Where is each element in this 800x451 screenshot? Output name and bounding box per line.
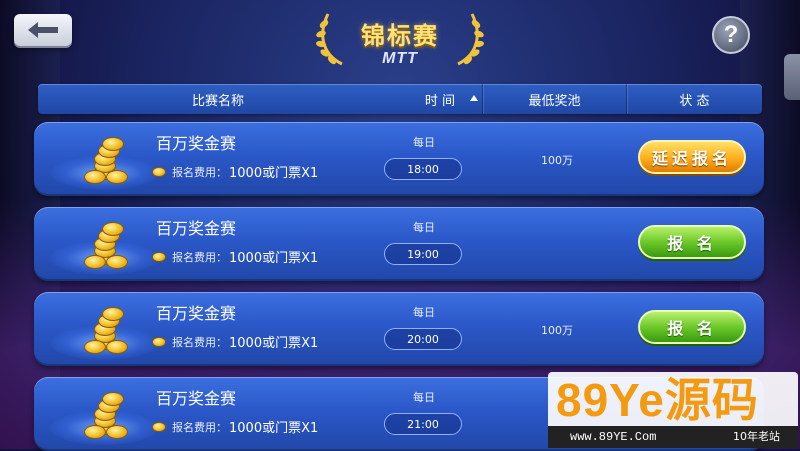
watermark-logo: 89Ye源码 <box>556 374 759 426</box>
column-header-pool[interactable]: 最低奖池 <box>482 84 626 114</box>
late-register-button[interactable]: 延迟报名 <box>638 140 746 174</box>
watermark: 89Ye源码 www.89YE.Com 10年老站 <box>548 372 798 448</box>
title-banner: 锦标赛 MTT <box>300 4 500 76</box>
column-header-name[interactable]: 比赛名称 <box>38 84 398 114</box>
fee-coin-icon <box>152 251 166 262</box>
entry-fee: 报名费用： 1000或门票X1 <box>152 332 318 351</box>
page-subtitle: MTT <box>382 50 418 67</box>
tournament-name: 百万奖金赛 <box>156 304 237 323</box>
help-button[interactable]: ? <box>712 16 750 54</box>
gold-coins-icon <box>44 126 164 192</box>
register-button[interactable]: 报 名 <box>638 225 746 259</box>
tournament-name: 百万奖金赛 <box>156 219 237 238</box>
schedule-day: 每日 <box>413 136 435 149</box>
start-time: 20:00 <box>384 328 462 350</box>
column-header-status[interactable]: 状 态 <box>626 84 762 114</box>
tournament-row[interactable]: 百万奖金赛 报名费用： 1000或门票X1 每日 18:00 100万 延迟报名 <box>34 122 764 196</box>
column-header-time-label: 时 间 <box>424 93 456 109</box>
schedule-day: 每日 <box>413 391 435 404</box>
entry-fee-label: 报名费用： <box>172 250 227 264</box>
register-button[interactable]: 报 名 <box>638 310 746 344</box>
entry-fee: 报名费用： 1000或门票X1 <box>152 417 318 436</box>
min-prize-pool: 100万 <box>541 154 573 167</box>
column-header-time[interactable]: 时 间 <box>398 84 482 114</box>
sort-ascending-icon <box>470 95 478 101</box>
start-time: 21:00 <box>384 413 462 435</box>
back-button[interactable] <box>14 14 72 46</box>
gold-coins-icon <box>44 211 164 277</box>
entry-fee-value: 1000或门票X1 <box>229 421 319 436</box>
entry-fee-value: 1000或门票X1 <box>229 251 319 266</box>
tournament-row[interactable]: 百万奖金赛 报名费用： 1000或门票X1 每日 19:00 报 名 <box>34 207 764 281</box>
fee-coin-icon <box>152 421 166 432</box>
start-time: 19:00 <box>384 243 462 265</box>
fee-coin-icon <box>152 336 166 347</box>
entry-fee: 报名费用： 1000或门票X1 <box>152 247 318 266</box>
tournament-name: 百万奖金赛 <box>156 134 237 153</box>
min-prize-pool: 100万 <box>541 324 573 337</box>
entry-fee-label: 报名费用： <box>172 165 227 179</box>
fee-coin-icon <box>152 166 166 177</box>
schedule-day: 每日 <box>413 306 435 319</box>
tournament-row[interactable]: 百万奖金赛 报名费用： 1000或门票X1 每日 20:00 100万 报 名 <box>34 292 764 366</box>
entry-fee-label: 报名费用： <box>172 420 227 434</box>
tournament-name: 百万奖金赛 <box>156 389 237 408</box>
side-drawer-tab[interactable] <box>784 54 800 100</box>
gold-coins-icon <box>44 296 164 362</box>
back-arrow-icon <box>28 22 58 38</box>
gold-coins-icon <box>44 381 164 447</box>
schedule-day: 每日 <box>413 221 435 234</box>
entry-fee-value: 1000或门票X1 <box>229 336 319 351</box>
watermark-tag: 10年老站 <box>733 430 780 443</box>
start-time: 18:00 <box>384 158 462 180</box>
page-title: 锦标赛 <box>361 22 439 50</box>
entry-fee: 报名费用： 1000或门票X1 <box>152 162 318 181</box>
table-header: 比赛名称 时 间 最低奖池 状 态 <box>38 84 762 114</box>
entry-fee-value: 1000或门票X1 <box>229 166 319 181</box>
entry-fee-label: 报名费用： <box>172 335 227 349</box>
